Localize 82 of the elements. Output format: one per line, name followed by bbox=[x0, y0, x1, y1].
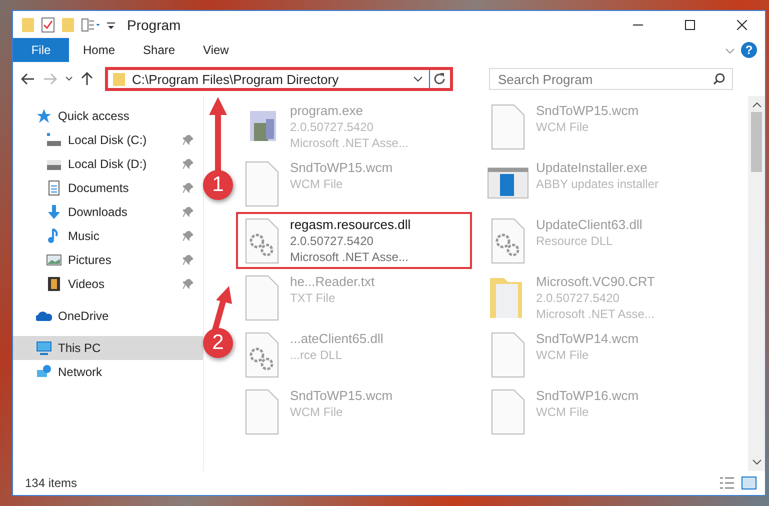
file-detail: WCM File bbox=[536, 119, 590, 135]
sidebar-item[interactable]: Local Disk (C:) bbox=[13, 128, 203, 152]
up-button[interactable] bbox=[79, 70, 95, 88]
pin-icon[interactable] bbox=[183, 279, 193, 289]
file-detail: WCM File bbox=[536, 347, 590, 363]
chevron-down-icon bbox=[65, 76, 73, 82]
file-name: SndToWP15.wcm bbox=[290, 160, 393, 176]
sidebar-item[interactable]: Pictures bbox=[13, 248, 203, 272]
file-detail: WCM File bbox=[290, 176, 344, 192]
file-detail: Microsoft .NET Asse... bbox=[290, 249, 410, 265]
picture-icon bbox=[46, 252, 62, 268]
pin-icon[interactable] bbox=[183, 183, 193, 193]
pin-icon[interactable] bbox=[183, 255, 193, 265]
file-name: he...Reader.txt bbox=[290, 274, 375, 290]
pin-icon[interactable] bbox=[183, 207, 193, 217]
download-arrow-icon bbox=[46, 204, 62, 220]
file-detail: TXT File bbox=[290, 290, 336, 306]
file-detail: 2.0.50727.5420 bbox=[290, 233, 374, 249]
chevron-up-icon[interactable] bbox=[752, 100, 762, 110]
item-count: 134 items bbox=[25, 476, 78, 490]
close-icon bbox=[737, 20, 747, 30]
pin-icon[interactable] bbox=[183, 135, 193, 145]
file-detail: Microsoft .NET Asse... bbox=[290, 135, 408, 151]
file-detail: WCM File bbox=[290, 404, 344, 420]
scrollbar[interactable] bbox=[748, 96, 765, 471]
file-detail: Resource DLL bbox=[536, 233, 614, 249]
sidebar-item[interactable]: Network bbox=[13, 360, 203, 384]
file-detail: 2.0.50727.5420 bbox=[536, 290, 620, 306]
scrollbar-thumb[interactable] bbox=[751, 112, 762, 172]
sidebar-item[interactable]: Downloads bbox=[13, 200, 203, 224]
pin-icon[interactable] bbox=[183, 159, 193, 169]
chevron-down-icon[interactable] bbox=[752, 457, 762, 467]
file-detail: 2.0.50727.5420 bbox=[290, 119, 374, 135]
ribbon-tab[interactable]: Home bbox=[69, 38, 130, 62]
drive-icon bbox=[46, 132, 62, 148]
properties-icon[interactable] bbox=[81, 16, 101, 32]
help-icon[interactable]: ? bbox=[741, 42, 757, 58]
monitor-icon bbox=[36, 340, 52, 356]
sidebar-item[interactable]: This PC bbox=[13, 336, 203, 360]
file-name: UpdateClient63.dll bbox=[536, 217, 642, 233]
arrow bbox=[209, 286, 233, 330]
ribbon-tab[interactable]: View bbox=[189, 38, 243, 62]
file-name: program.exe bbox=[290, 103, 364, 119]
folder-icon bbox=[21, 16, 35, 32]
checklist-icon[interactable] bbox=[41, 16, 55, 32]
file-name: SndToWP16.wcm bbox=[536, 388, 639, 404]
ribbon-tab[interactable]: File bbox=[13, 38, 69, 62]
file-name: SndToWP14.wcm bbox=[536, 331, 639, 347]
file-item[interactable]: regasm.resources.dll 2.0.50727.5420 Microsoft .NET Asse... bbox=[236, 212, 472, 269]
sidebar-item[interactable]: Music bbox=[13, 224, 203, 248]
search-icon[interactable] bbox=[713, 73, 725, 85]
address-bar[interactable]: C:\Program Files\Program Directory bbox=[105, 67, 453, 91]
folder-icon bbox=[112, 71, 126, 87]
minimize-icon bbox=[633, 24, 643, 26]
search-field[interactable]: Search Program bbox=[489, 68, 733, 90]
back-button[interactable] bbox=[19, 71, 37, 87]
file-detail: Microsoft .NET Asse... bbox=[536, 306, 655, 322]
sidebar-item[interactable]: Documents bbox=[13, 176, 203, 200]
file-name: UpdateInstaller.exe bbox=[536, 160, 648, 176]
file-name: Microsoft.VC90.CRT bbox=[536, 274, 655, 290]
sidebar-item[interactable]: OneDrive bbox=[13, 304, 203, 328]
sidebar-item[interactable]: Quick access bbox=[13, 104, 203, 128]
file-name: SndToWP15.wcm bbox=[536, 103, 639, 119]
file-detail: ABBY updates installer bbox=[536, 176, 659, 192]
network-icon bbox=[36, 364, 52, 380]
file-name: regasm.resources.dll bbox=[290, 217, 411, 233]
chevron-down-icon[interactable] bbox=[413, 74, 423, 84]
file-detail: WCM File bbox=[536, 404, 590, 420]
ribbon-tab[interactable]: Share bbox=[129, 38, 190, 62]
sidebar-item[interactable]: Videos bbox=[13, 272, 203, 296]
document-icon bbox=[46, 180, 62, 196]
maximize-icon bbox=[685, 20, 695, 30]
star-icon bbox=[36, 108, 52, 124]
pin-icon[interactable] bbox=[183, 231, 193, 241]
film-icon bbox=[46, 276, 62, 292]
file-name: ...ateClient65.dll bbox=[290, 331, 384, 347]
window-title: Program bbox=[127, 16, 182, 32]
file-name: SndToWP15.wcm bbox=[290, 388, 393, 404]
sidebar-item[interactable]: Local Disk (D:) bbox=[13, 152, 203, 176]
details-view-icon[interactable] bbox=[719, 476, 735, 490]
large-icons-view-icon[interactable] bbox=[741, 476, 757, 490]
file-detail: ...rce DLL bbox=[290, 347, 344, 363]
